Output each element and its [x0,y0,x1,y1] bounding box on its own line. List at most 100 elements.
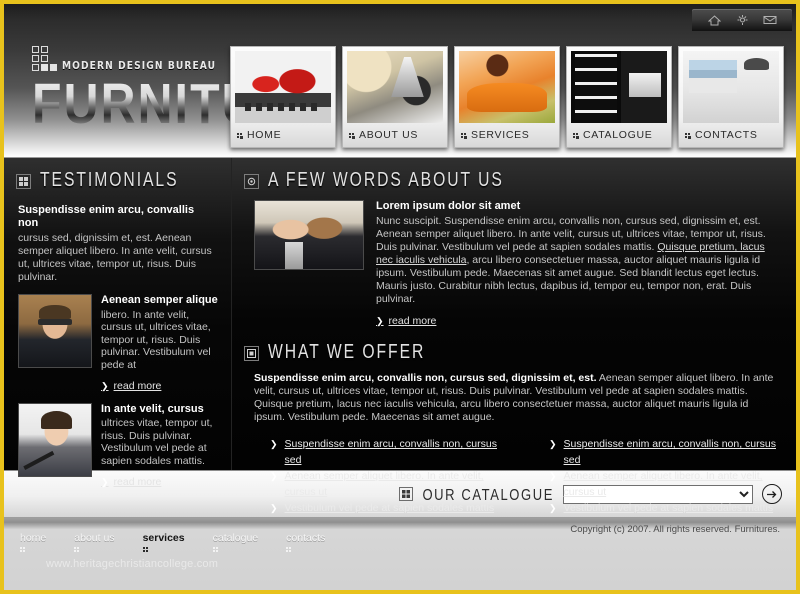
dots-icon [212,547,259,552]
about-heading: A FEW WORDS ABOUT US [232,158,796,198]
testimonials-intro-title: Suspendisse enim arcu, convallis non [18,204,195,229]
site-footer: home about us services catalogue contacts ww… [4,518,796,590]
about-photo [254,200,364,270]
read-more-label: read more [388,315,437,327]
footer-link-about-us[interactable]: about us [74,532,115,552]
offer-heading: WHAT WE OFFER [232,328,796,370]
footer-link-label: contacts [286,532,326,544]
testimonial-read-more-link[interactable]: ❯ read more [101,476,161,489]
footer-link-label: catalogue [212,532,259,544]
offer-list-right: ❯ Suspendisse enim arcu, convallis non, c… [549,436,778,516]
testimonials-intro: Suspendisse enim arcu, convallis non cur… [4,198,231,284]
site-header: MODERN DESIGN BUREAU FURNITURE HOME ABOUT… [4,4,796,158]
testimonial-body: ultrices vitae, tempor ut, risus. Duis p… [101,417,213,467]
chevron-right-icon: ❯ [549,471,557,481]
nav-item-home[interactable]: HOME [230,46,336,148]
testimonial-photo [18,294,92,368]
about-icon [244,173,259,189]
nav-label: ABOUT US [359,129,419,141]
testimonials-icon [16,173,31,189]
page-body: TESTIMONIALS Suspendisse enim arcu, conv… [4,158,796,514]
nav-thumbnail [347,51,443,123]
footer-navigation: home about us services catalogue contacts [4,532,796,552]
nav-label: CATALOGUE [583,129,653,141]
page-root: MODERN DESIGN BUREAU FURNITURE HOME ABOUT… [0,0,800,594]
nav-label: SERVICES [471,129,530,141]
footer-link-services[interactable]: services [142,532,185,552]
nav-label: HOME [247,129,282,141]
dots-icon [286,547,325,552]
dots-icon [685,132,691,139]
dots-icon [349,132,355,139]
offer-icon [244,345,259,361]
home-icon[interactable] [707,13,721,27]
chevron-right-icon: ❯ [376,316,384,326]
chevron-right-icon: ❯ [101,380,109,391]
mail-icon[interactable] [763,13,777,27]
offer-list-item[interactable]: ❯ Suspendisse enim arcu, convallis non, c… [549,436,778,468]
site-logo[interactable]: MODERN DESIGN BUREAU FURNITURE [32,46,328,133]
testimonial-title: In ante velit, cursus [101,402,204,415]
nav-label-wrap: HOME [235,123,331,147]
chevron-right-icon: ❯ [101,476,109,487]
footer-watermark: www.heritagechristiancollege.com [46,558,219,570]
nav-thumbnail [571,51,667,123]
offer-list-item[interactable]: ❯ Suspendisse enim arcu, convallis non, c… [270,436,499,468]
nav-label-wrap: SERVICES [459,123,555,147]
nav-label-wrap: CATALOGUE [571,123,667,147]
offer-list-item[interactable]: ❯ Aenean semper aliquet libero. In ante v… [549,468,778,500]
offer-list-label: Aenean semper aliquet libero. In ante ve… [563,470,763,498]
chevron-right-icon: ❯ [270,471,278,481]
nav-item-catalogue[interactable]: CATALOGUE [566,46,672,148]
read-more-label: read more [113,476,162,488]
offer-list-label: Suspendisse enim arcu, convallis non, cu… [284,438,497,466]
section-title: WHAT WE OFFER [268,341,426,363]
logo-wordmark: FURNITURE [32,71,330,135]
read-more-label: read more [113,380,162,392]
footer-link-home[interactable]: home [20,532,46,552]
sidebar-testimonials: TESTIMONIALS Suspendisse enim arcu, conv… [4,158,232,488]
about-read-more-link[interactable]: ❯ read more [376,315,436,328]
nav-item-about-us[interactable]: ABOUT US [342,46,448,148]
nav-thumbnail [683,51,779,123]
about-row: Lorem ipsum dolor sit amet Nunc suscipit… [232,198,796,328]
footer-copyright: Copyright (c) 2007. All rights reserved.… [570,524,780,535]
offer-list-left: ❯ Suspendisse enim arcu, convallis non, c… [270,436,499,516]
testimonial-text-block: In ante velit, cursus ultrices vitae, tem… [101,403,219,489]
nav-label: CONTACTS [695,129,758,141]
offer-lead: Suspendisse enim arcu, convallis non, cu… [254,372,597,384]
footer-link-label: home [20,532,47,544]
nav-label-wrap: ABOUT US [347,123,443,147]
nav-item-contacts[interactable]: CONTACTS [678,46,784,148]
header-toolstrip [692,9,792,31]
testimonial-item: Aenean semper alique libero. In ante veli… [4,284,231,393]
testimonials-intro-text: cursus sed, dignissim et, est. Aenean se… [18,232,212,283]
testimonial-read-more-link[interactable]: ❯ read more [101,380,161,393]
chevron-right-icon: ❯ [270,439,278,449]
offer-list-item[interactable]: ❯ Vestibulum vel pede at sapien sodales m… [549,500,778,516]
testimonial-list: Aenean semper alique libero. In ante veli… [4,284,231,489]
chevron-right-icon: ❯ [549,439,557,449]
footer-link-contacts[interactable]: contacts [286,532,325,552]
offer-list-label: Vestibulum vel pede at sapien sodales ma… [563,502,774,514]
testimonials-heading: TESTIMONIALS [4,158,231,198]
dots-icon [74,547,114,552]
dots-icon [237,132,243,139]
dots-icon [142,547,185,552]
sitemap-icon[interactable] [735,13,749,27]
section-title: TESTIMONIALS [40,169,179,191]
chevron-right-icon: ❯ [270,503,278,513]
offer-body: Suspendisse enim arcu, convallis non, cu… [232,370,796,424]
footer-link-catalogue[interactable]: catalogue [212,532,259,552]
section-title: A FEW WORDS ABOUT US [268,169,504,191]
testimonial-title: Aenean semper alique [101,294,218,306]
testimonial-photo [18,402,92,477]
catalogue-title: OUR CATALOGUE [422,485,554,503]
logo-brick-mark [32,46,57,71]
logo-tagline: MODERN DESIGN BUREAU [62,59,217,72]
testimonial-item: In ante velit, cursus ultrices vitae, tem… [4,393,231,489]
main-content: A FEW WORDS ABOUT US Lorem ipsum dolor s… [232,158,796,514]
nav-item-services[interactable]: SERVICES [454,46,560,148]
nav-thumbnail [235,51,331,123]
dots-icon [461,132,467,139]
